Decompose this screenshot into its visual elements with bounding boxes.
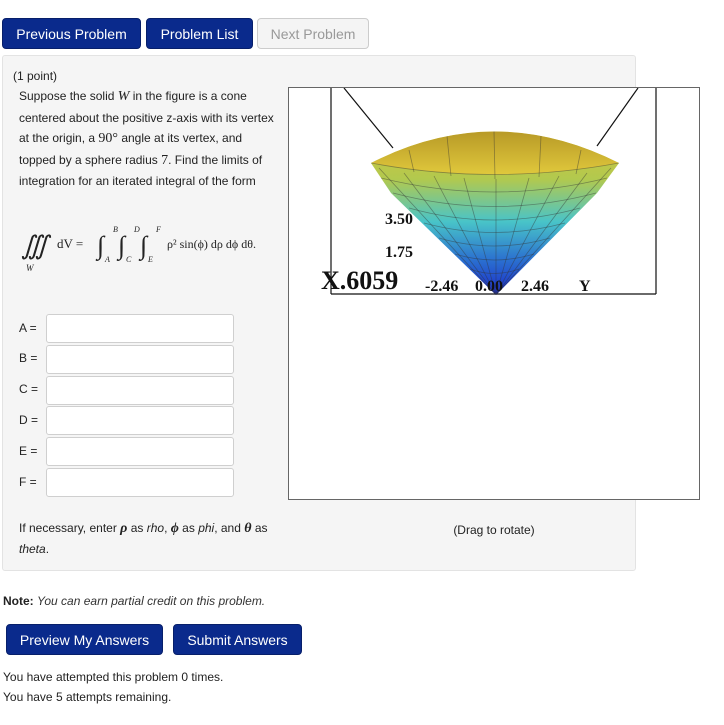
limit-E: E — [147, 255, 153, 264]
limit-C: C — [126, 255, 132, 264]
problem-panel: (1 point) Suppose the solid W in the fig… — [2, 55, 700, 571]
hint-part: as — [251, 521, 268, 535]
answer-label-c: C = — [19, 382, 39, 396]
hint-part: , and — [214, 521, 245, 535]
z-tick-350: 3.50 — [385, 211, 413, 228]
z-tick-175: 1.75 — [385, 244, 413, 261]
theta-word: theta — [19, 542, 46, 556]
hint-part: as — [178, 521, 199, 535]
limit-A: A — [104, 255, 110, 264]
x-tick-mid: 0.00 — [475, 278, 503, 295]
hint-part: as — [127, 521, 147, 535]
answer-input-b[interactable] — [46, 345, 234, 374]
submit-answers-button[interactable]: Submit Answers — [173, 624, 302, 655]
preview-answers-button[interactable]: Preview My Answers — [6, 624, 163, 655]
statement-part: Suppose the solid — [19, 89, 118, 103]
y-axis-label: Y — [579, 278, 591, 295]
vertex-angle: 90° — [98, 131, 118, 147]
theta-symbol: θ — [244, 521, 252, 536]
cone-figure: 3.50 1.75 X.6059 -2.46 0.00 2.46 Y — [321, 88, 657, 295]
cone-figure-canvas[interactable]: 3.50 1.75 X.6059 -2.46 0.00 2.46 Y — [288, 87, 700, 500]
problem-statement: Suppose the solid W in the figure is a c… — [19, 86, 281, 192]
note-label: Note: — [3, 594, 34, 608]
problem-list-button[interactable]: Problem List — [146, 18, 253, 49]
hint-part: If necessary, enter — [19, 521, 121, 535]
formula-left: dV = — [57, 236, 83, 251]
answer-input-a[interactable] — [46, 314, 234, 343]
answer-input-d[interactable] — [46, 406, 234, 435]
partial-credit-note: Note: You can earn partial credit on thi… — [3, 594, 265, 608]
solid-symbol: W — [117, 89, 130, 104]
rho-word: rho — [146, 521, 165, 535]
answer-input-e[interactable] — [46, 437, 234, 466]
attempts-remaining: You have 5 attempts remaining. — [3, 690, 172, 704]
attempt-count: You have attempted this problem 0 times. — [3, 670, 224, 684]
x-tick-neg: -2.46 — [425, 278, 458, 295]
drag-to-rotate-caption: (Drag to rotate) — [453, 523, 535, 537]
entry-hint: If necessary, enter ρ as rho, ϕ as phi, … — [19, 518, 289, 560]
hint-part: . — [45, 542, 50, 556]
phi-symbol: ϕ — [170, 521, 179, 536]
limit-F: F — [155, 225, 161, 234]
formula-region: W — [26, 263, 35, 273]
formula-integrand: ρ² sin(ϕ) dρ dϕ dθ. — [167, 237, 256, 251]
axis-overlap-label: X.6059 — [321, 266, 398, 295]
answer-label-a: A = — [19, 321, 37, 335]
note-text: You can earn partial credit on this prob… — [37, 594, 266, 608]
answer-label-e: E = — [19, 444, 38, 458]
phi-word: phi — [198, 521, 215, 535]
answer-input-c[interactable] — [46, 376, 234, 405]
hint-part: , — [164, 521, 171, 535]
limit-D: D — [133, 225, 140, 234]
answer-label-f: F = — [19, 475, 37, 489]
previous-problem-button[interactable]: Previous Problem — [2, 18, 141, 49]
x-tick-pos: 2.46 — [521, 278, 549, 295]
triple-integral-formula: ∭ W dV = ∫ B A ∫ D C ∫ F E ρ² sin(ϕ) dρ … — [21, 225, 256, 273]
next-problem-button: Next Problem — [257, 18, 369, 49]
problem-points: (1 point) — [13, 69, 58, 83]
answer-label-b: B = — [19, 351, 38, 365]
triple-integral-sign: ∭ — [21, 231, 52, 260]
answer-input-f[interactable] — [46, 468, 234, 497]
answer-label-d: D = — [19, 413, 39, 427]
